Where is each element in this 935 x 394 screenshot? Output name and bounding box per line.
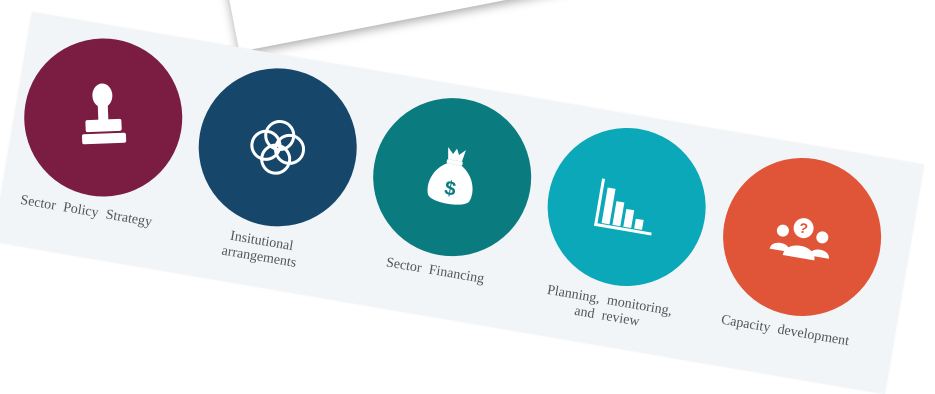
money-bag-icon: $ (427, 147, 473, 205)
framework-band: Sector Policy Strategy Insitutional arra… (0, 12, 925, 394)
institutional-circle (186, 56, 369, 239)
institutional-label: Insitutional arrangements (220, 228, 298, 271)
sector-policy-label: Sector Policy Strategy (19, 192, 154, 231)
people-question-icon: ? (769, 218, 829, 261)
bar-chart-icon (594, 178, 652, 236)
stamp-icon (81, 83, 127, 145)
sector-policy-circle (12, 26, 195, 209)
sector-financing-circle: $ (360, 85, 544, 269)
planning-label: Planning, monitoring, and review (545, 282, 674, 330)
interlocking-rings-icon (250, 120, 306, 175)
planning-circle (535, 115, 718, 299)
capacity-development-label: Capacity development (719, 312, 851, 350)
capacity-development-circle: ? (710, 145, 894, 329)
sector-financing-label: Sector Financing (384, 255, 486, 287)
background-card: Hu (206, 0, 731, 52)
